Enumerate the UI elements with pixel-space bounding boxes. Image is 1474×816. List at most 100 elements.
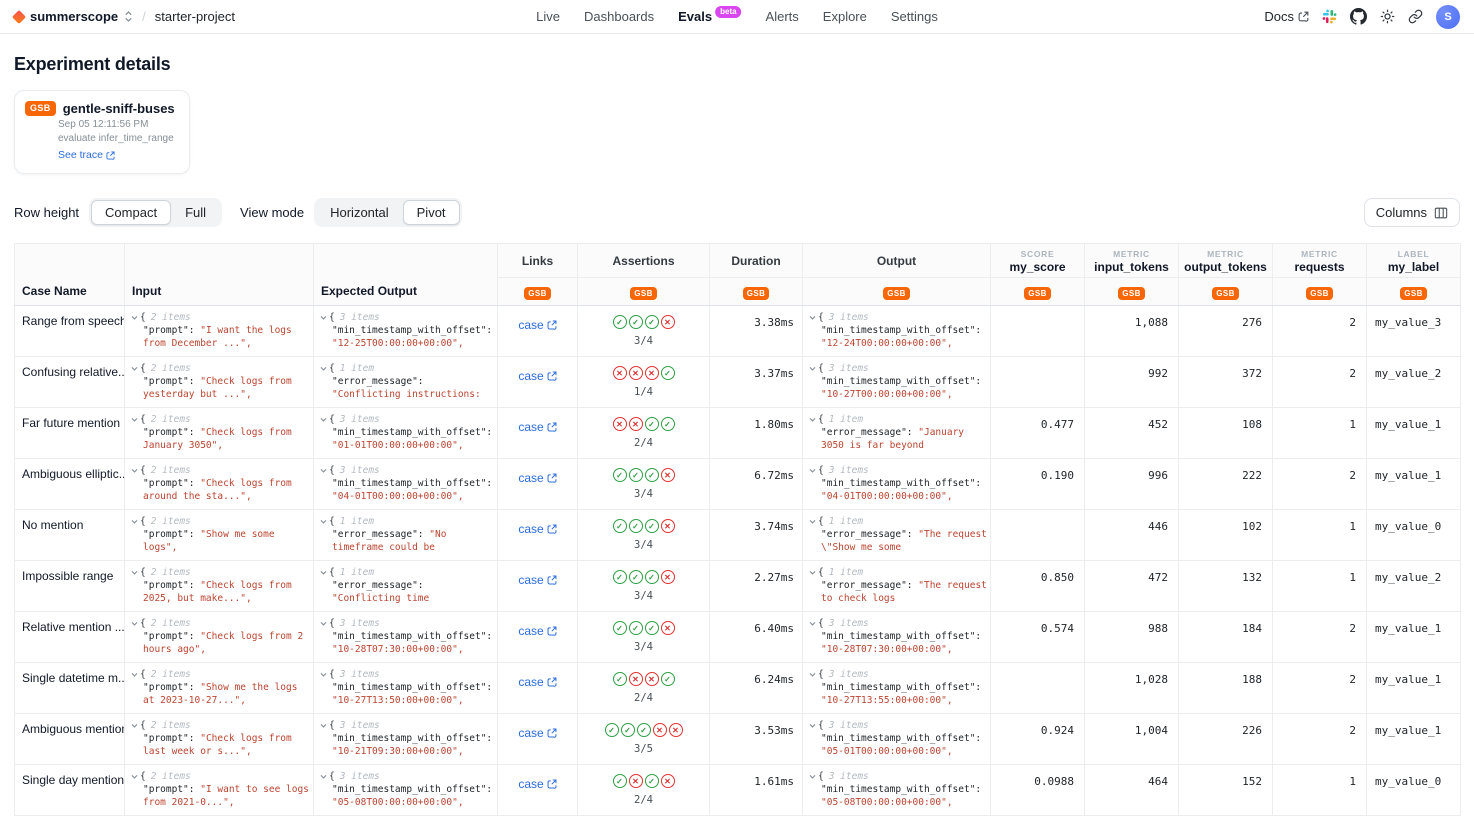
- expand-chevron-icon[interactable]: [130, 364, 139, 373]
- score-value: 0.850: [991, 561, 1085, 612]
- expand-chevron-icon[interactable]: [130, 721, 139, 730]
- item-count: 1 item: [340, 516, 374, 527]
- docs-link[interactable]: Docs: [1264, 9, 1309, 24]
- links-cell: case: [498, 714, 578, 765]
- run-badge[interactable]: GSB: [1400, 287, 1427, 300]
- case-link[interactable]: case: [518, 573, 556, 587]
- output-tokens-value: 184: [1179, 612, 1273, 663]
- label-value: my_value_1: [1367, 459, 1461, 510]
- expected-output-cell: {1 item "error_message": "Conflicting in…: [314, 357, 498, 408]
- run-badge[interactable]: GSB: [1306, 287, 1333, 300]
- tab-live[interactable]: Live: [525, 2, 571, 31]
- tab-evals[interactable]: Evalsbeta: [667, 2, 752, 31]
- item-count: 1 item: [829, 516, 863, 527]
- expand-chevron-icon[interactable]: [130, 466, 139, 475]
- expand-chevron-icon[interactable]: [319, 670, 328, 679]
- expand-chevron-icon[interactable]: [808, 670, 817, 679]
- theme-sun-icon[interactable]: [1380, 9, 1395, 24]
- expand-chevron-icon[interactable]: [319, 415, 328, 424]
- expand-chevron-icon[interactable]: [808, 568, 817, 577]
- run-badge[interactable]: GSB: [1024, 287, 1051, 300]
- see-trace-link[interactable]: See trace: [58, 149, 115, 161]
- assertion-fail-icon: ✕: [661, 621, 675, 635]
- expand-chevron-icon[interactable]: [808, 517, 817, 526]
- expand-chevron-icon[interactable]: [319, 568, 328, 577]
- case-link[interactable]: case: [518, 471, 556, 485]
- case-link[interactable]: case: [518, 624, 556, 638]
- expand-chevron-icon[interactable]: [130, 568, 139, 577]
- view-mode-option-horizontal[interactable]: Horizontal: [316, 200, 403, 225]
- tab-dashboards[interactable]: Dashboards: [573, 2, 665, 31]
- view-mode-option-pivot[interactable]: Pivot: [403, 200, 460, 225]
- avatar[interactable]: S: [1436, 5, 1460, 29]
- output-tokens-value: 372: [1179, 357, 1273, 408]
- case-name: No mention: [22, 518, 83, 532]
- expand-chevron-icon[interactable]: [319, 619, 328, 628]
- score-value: 0.0988: [991, 765, 1085, 816]
- breadcrumb-project[interactable]: starter-project: [155, 9, 235, 24]
- tab-alerts[interactable]: Alerts: [755, 2, 810, 31]
- run-badge[interactable]: GSB: [743, 287, 770, 300]
- row-height-option-compact[interactable]: Compact: [91, 200, 171, 225]
- experiment-name: gentle-sniff-buses: [63, 101, 175, 116]
- run-badge[interactable]: GSB: [630, 287, 657, 300]
- expand-chevron-icon[interactable]: [319, 364, 328, 373]
- case-link[interactable]: case: [518, 522, 556, 536]
- expand-chevron-icon[interactable]: [808, 313, 817, 322]
- assertion-fail-icon: ✕: [613, 417, 627, 431]
- label-value: my_value_1: [1367, 612, 1461, 663]
- expand-chevron-icon[interactable]: [319, 772, 328, 781]
- expand-chevron-icon[interactable]: [130, 313, 139, 322]
- table-row: Confusing relative... {2 items "prompt":…: [15, 357, 1461, 408]
- expand-chevron-icon[interactable]: [130, 517, 139, 526]
- columns-button[interactable]: Columns: [1364, 198, 1460, 227]
- tab-explore[interactable]: Explore: [812, 2, 878, 31]
- item-count: 3 items: [340, 414, 380, 425]
- expand-chevron-icon[interactable]: [319, 466, 328, 475]
- col-header-duration: Duration: [710, 244, 803, 278]
- case-link[interactable]: case: [518, 726, 556, 740]
- workspace-switcher[interactable]: summerscope: [14, 9, 133, 24]
- github-icon[interactable]: [1350, 8, 1367, 25]
- expand-chevron-icon[interactable]: [319, 517, 328, 526]
- expand-chevron-icon[interactable]: [130, 619, 139, 628]
- score-value: 0.924: [991, 714, 1085, 765]
- col-header-output: Output: [803, 244, 991, 278]
- link-icon[interactable]: [1408, 9, 1423, 24]
- case-link[interactable]: case: [518, 318, 556, 332]
- expand-chevron-icon[interactable]: [319, 313, 328, 322]
- case-link[interactable]: case: [518, 777, 556, 791]
- case-name: Relative mention ...: [22, 620, 125, 634]
- expand-chevron-icon[interactable]: [130, 670, 139, 679]
- links-cell: case: [498, 612, 578, 663]
- slack-icon[interactable]: [1322, 9, 1337, 24]
- input-cell: {2 items "prompt": "Check logs from yest…: [125, 357, 314, 408]
- expand-chevron-icon[interactable]: [130, 772, 139, 781]
- expand-chevron-icon[interactable]: [808, 415, 817, 424]
- output-tokens-value: 102: [1179, 510, 1273, 561]
- external-link-icon: [1298, 11, 1309, 22]
- label-value: my_value_1: [1367, 408, 1461, 459]
- case-link[interactable]: case: [518, 369, 556, 383]
- expand-chevron-icon[interactable]: [319, 721, 328, 730]
- case-link[interactable]: case: [518, 420, 556, 434]
- item-count: 3 items: [340, 669, 380, 680]
- expand-chevron-icon[interactable]: [808, 466, 817, 475]
- expand-chevron-icon[interactable]: [130, 415, 139, 424]
- output-cell: {3 items "min_timestamp_with_offset": "0…: [803, 765, 991, 816]
- tab-settings[interactable]: Settings: [880, 2, 949, 31]
- output-cell: {3 items "min_timestamp_with_offset": "1…: [803, 612, 991, 663]
- run-badge[interactable]: GSB: [883, 287, 910, 300]
- expand-chevron-icon[interactable]: [808, 772, 817, 781]
- input-tokens-value: 988: [1085, 612, 1179, 663]
- run-badge[interactable]: GSB: [524, 287, 551, 300]
- run-badge[interactable]: GSB: [1212, 287, 1239, 300]
- case-link[interactable]: case: [518, 675, 556, 689]
- run-badge-cell: GSB: [1367, 278, 1461, 306]
- duration-value: 3.38ms: [754, 316, 794, 329]
- row-height-option-full[interactable]: Full: [171, 200, 220, 225]
- expand-chevron-icon[interactable]: [808, 364, 817, 373]
- expand-chevron-icon[interactable]: [808, 619, 817, 628]
- run-badge[interactable]: GSB: [1118, 287, 1145, 300]
- expand-chevron-icon[interactable]: [808, 721, 817, 730]
